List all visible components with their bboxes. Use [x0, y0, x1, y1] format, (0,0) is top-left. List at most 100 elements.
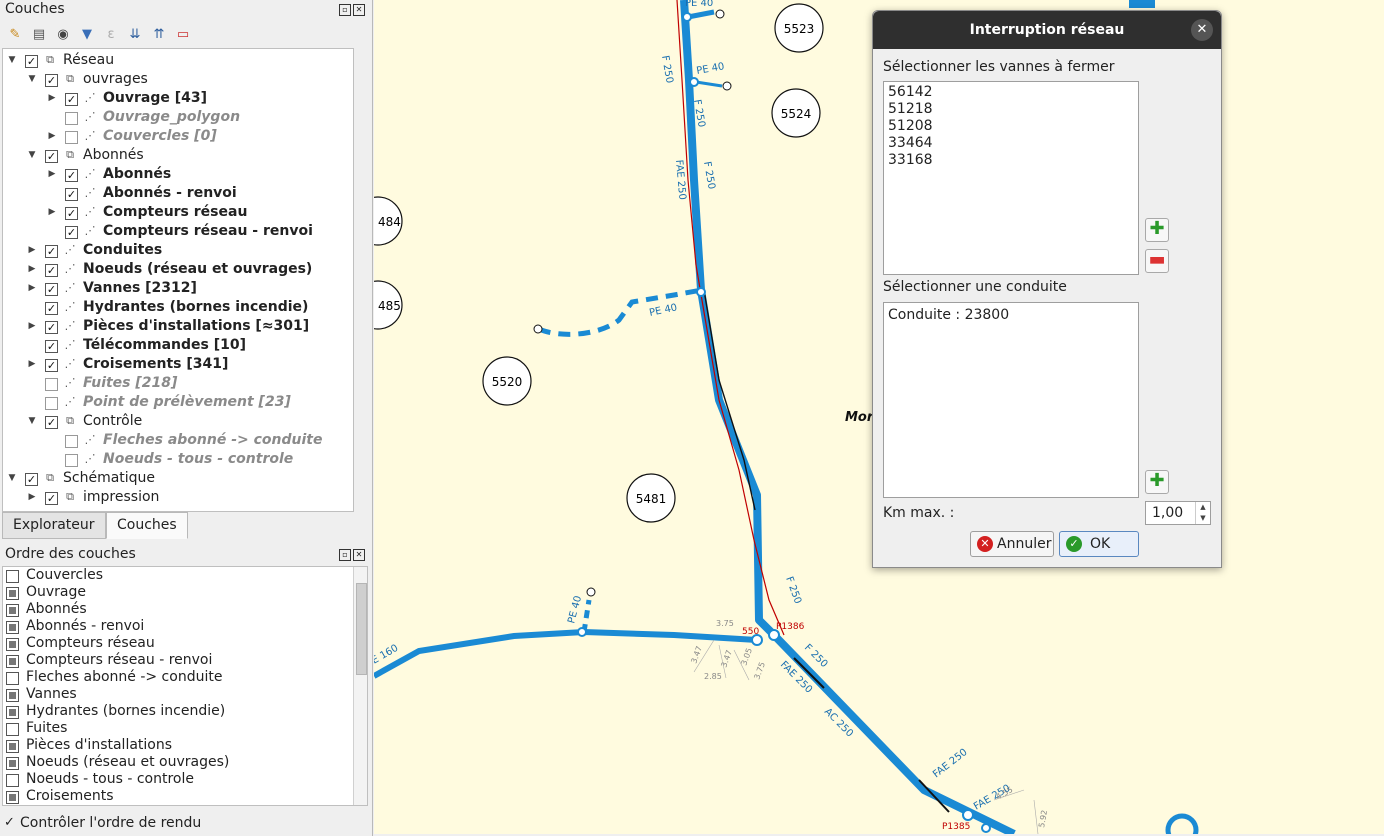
- layer-visibility-checkbox[interactable]: ✓: [45, 302, 58, 315]
- layer-tree-item[interactable]: ▶ ✓ ⋰ Vannes [2312]: [3, 279, 351, 298]
- layer-tree-item[interactable]: ▶ ✓ ⋰ Croisements [341]: [3, 355, 351, 374]
- filter-expression-icon[interactable]: ε: [102, 25, 120, 43]
- layer-tree-item[interactable]: ▶ ✓ ⋰ Abonnés: [3, 165, 351, 184]
- collapse-all-icon[interactable]: ⇈: [150, 25, 168, 43]
- control-order-checkbox[interactable]: ✓: [4, 814, 15, 832]
- valve-list-item[interactable]: 51208: [884, 118, 1138, 135]
- valve-list-item[interactable]: 56142: [884, 84, 1138, 101]
- layer-visibility-checkbox[interactable]: ✓: [45, 264, 58, 277]
- order-item-checkbox[interactable]: [6, 672, 19, 685]
- expand-arrow-icon[interactable]: ▶: [47, 165, 57, 184]
- add-group-icon[interactable]: ▤: [30, 25, 48, 43]
- km-max-spinbox[interactable]: 1,00 ▲ ▼: [1145, 501, 1211, 525]
- order-item-checkbox[interactable]: [6, 570, 19, 583]
- valve-list-item[interactable]: 33168: [884, 152, 1138, 169]
- close-icon[interactable]: ✕: [1191, 19, 1213, 41]
- ok-button[interactable]: ✓ OK: [1059, 531, 1139, 557]
- layer-visibility-checkbox[interactable]: ✓: [65, 226, 78, 239]
- layer-visibility-checkbox[interactable]: ✓: [65, 169, 78, 182]
- layer-visibility-checkbox[interactable]: [45, 378, 58, 391]
- tab-couches[interactable]: Couches: [106, 512, 188, 539]
- collapse-arrow-icon[interactable]: ▼: [7, 469, 17, 488]
- expand-arrow-icon[interactable]: ▶: [47, 127, 57, 146]
- order-item-checkbox[interactable]: [6, 587, 19, 600]
- layer-visibility-checkbox[interactable]: [65, 112, 78, 125]
- layer-tree-item[interactable]: ⋰ Fleches abonné -> conduite: [3, 431, 351, 450]
- filter-icon[interactable]: ▼: [78, 25, 96, 43]
- expand-arrow-icon[interactable]: ▶: [27, 488, 37, 507]
- layer-tree-item[interactable]: ▶ ✓ ⋰ Pièces d'installations [≈301]: [3, 317, 351, 336]
- visibility-eye-icon[interactable]: ◉: [54, 25, 72, 43]
- collapse-arrow-icon[interactable]: ▼: [7, 51, 17, 70]
- layer-tree-item[interactable]: ▼ ✓ ⧉ Schématique: [3, 469, 351, 488]
- layer-tree-item[interactable]: ⋰ Fuites [218]: [3, 374, 351, 393]
- layer-tree-item[interactable]: ▼ ✓ ⧉ Réseau: [3, 51, 351, 70]
- layer-visibility-checkbox[interactable]: ✓: [45, 321, 58, 334]
- float-panel-icon[interactable]: ▫: [339, 549, 351, 561]
- layer-tree-item[interactable]: ⋰ Noeuds - tous - controle: [3, 450, 351, 469]
- close-panel-icon[interactable]: ✕: [353, 549, 365, 561]
- layer-tree-item[interactable]: ✓ ⋰ Abonnés - renvoi: [3, 184, 351, 203]
- expand-all-icon[interactable]: ⇊: [126, 25, 144, 43]
- layer-visibility-checkbox[interactable]: ✓: [25, 55, 38, 68]
- expand-arrow-icon[interactable]: ▶: [27, 279, 37, 298]
- layer-visibility-checkbox[interactable]: [65, 131, 78, 144]
- order-item-checkbox[interactable]: [6, 740, 19, 753]
- order-item-checkbox[interactable]: [6, 791, 19, 804]
- add-valve-button[interactable]: ✚: [1145, 218, 1169, 242]
- collapse-arrow-icon[interactable]: ▼: [27, 146, 37, 165]
- layer-visibility-checkbox[interactable]: ✓: [65, 188, 78, 201]
- order-item-checkbox[interactable]: [6, 638, 19, 651]
- layer-visibility-checkbox[interactable]: [65, 435, 78, 448]
- pipe-list[interactable]: Conduite : 23800: [883, 302, 1139, 498]
- layer-visibility-checkbox[interactable]: ✓: [65, 93, 78, 106]
- order-item-checkbox[interactable]: [6, 706, 19, 719]
- layer-tree-item[interactable]: ⋰ Ouvrage_polygon: [3, 108, 351, 127]
- layer-visibility-checkbox[interactable]: [45, 397, 58, 410]
- tab-explorateur[interactable]: Explorateur: [2, 512, 106, 539]
- layer-visibility-checkbox[interactable]: ✓: [45, 492, 58, 505]
- order-item-checkbox[interactable]: [6, 689, 19, 702]
- close-panel-icon[interactable]: ✕: [353, 4, 365, 16]
- spin-arrows-icon[interactable]: ▲ ▼: [1195, 502, 1210, 524]
- collapse-arrow-icon[interactable]: ▼: [27, 412, 37, 431]
- expand-arrow-icon[interactable]: ▶: [47, 89, 57, 108]
- layer-tree-item[interactable]: ▼ ✓ ⧉ Abonnés: [3, 146, 351, 165]
- order-item-checkbox[interactable]: [6, 723, 19, 736]
- layer-tree-item[interactable]: ✓ ⋰ Hydrantes (bornes incendie): [3, 298, 351, 317]
- layer-visibility-checkbox[interactable]: ✓: [45, 245, 58, 258]
- layer-tree-item[interactable]: ▶ ✓ ⋰ Conduites: [3, 241, 351, 260]
- valve-list-item[interactable]: 51218: [884, 101, 1138, 118]
- remove-layer-icon[interactable]: ▭: [174, 25, 192, 43]
- order-list-scrollbar[interactable]: [353, 567, 367, 805]
- layer-visibility-checkbox[interactable]: ✓: [45, 340, 58, 353]
- expand-arrow-icon[interactable]: ▶: [27, 317, 37, 336]
- float-panel-icon[interactable]: ▫: [339, 4, 351, 16]
- layer-tree-item[interactable]: ▼ ✓ ⧉ Contrôle: [3, 412, 351, 431]
- layer-visibility-checkbox[interactable]: ✓: [45, 150, 58, 163]
- layer-visibility-checkbox[interactable]: [65, 454, 78, 467]
- remove-valve-button[interactable]: ▬: [1145, 249, 1169, 273]
- layer-tree-item[interactable]: ▶ ✓ ⧉ impression: [3, 488, 351, 507]
- expand-arrow-icon[interactable]: ▶: [27, 241, 37, 260]
- valves-list[interactable]: 56142 51218 51208 33464 33168: [883, 81, 1139, 275]
- layer-tree-item[interactable]: ✓ ⋰ Compteurs réseau - renvoi: [3, 222, 351, 241]
- style-brush-icon[interactable]: ✎: [6, 25, 24, 43]
- collapse-arrow-icon[interactable]: ▼: [27, 70, 37, 89]
- layer-tree-item[interactable]: ⋰ Point de prélèvement [23]: [3, 393, 351, 412]
- layer-tree-item[interactable]: ✓ ⋰ Télécommandes [10]: [3, 336, 351, 355]
- order-item-checkbox[interactable]: [6, 655, 19, 668]
- layer-visibility-checkbox[interactable]: ✓: [45, 359, 58, 372]
- layer-visibility-checkbox[interactable]: ✓: [65, 207, 78, 220]
- layer-tree-item[interactable]: ▶ ✓ ⋰ Compteurs réseau: [3, 203, 351, 222]
- expand-arrow-icon[interactable]: ▶: [27, 355, 37, 374]
- valve-list-item[interactable]: 33464: [884, 135, 1138, 152]
- expand-arrow-icon[interactable]: ▶: [47, 203, 57, 222]
- layer-visibility-checkbox[interactable]: ✓: [45, 74, 58, 87]
- layer-visibility-checkbox[interactable]: ✓: [25, 473, 38, 486]
- layer-tree-item[interactable]: ▶ ✓ ⋰ Noeuds (réseau et ouvrages): [3, 260, 351, 279]
- layer-visibility-checkbox[interactable]: ✓: [45, 416, 58, 429]
- layer-visibility-checkbox[interactable]: ✓: [45, 283, 58, 296]
- pipe-list-item[interactable]: Conduite : 23800: [884, 307, 1138, 324]
- order-item-checkbox[interactable]: [6, 621, 19, 634]
